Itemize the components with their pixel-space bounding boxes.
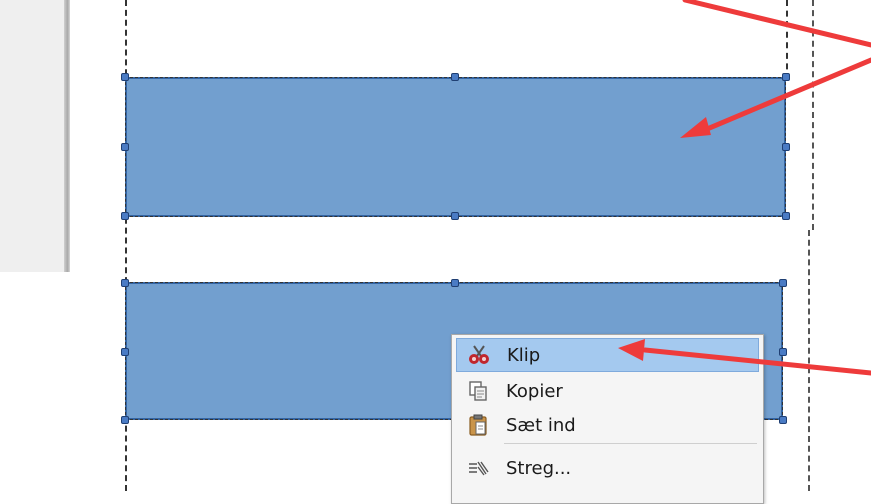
annotation-arrow-line bbox=[642, 347, 871, 376]
annotation-arrowhead bbox=[680, 117, 711, 138]
annotation-arrowhead bbox=[618, 339, 645, 361]
annotation-arrow-line bbox=[682, 0, 871, 48]
annotation-arrows bbox=[618, 0, 871, 376]
annotation-arrow-line bbox=[697, 57, 871, 135]
